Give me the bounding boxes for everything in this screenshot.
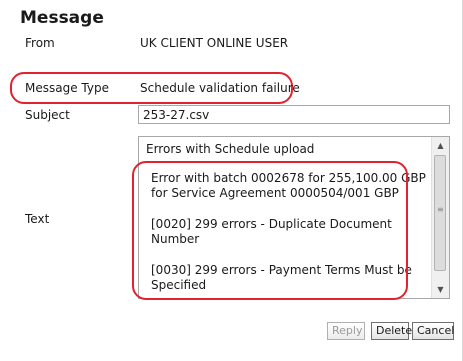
message-type-value: Schedule validation failure: [140, 81, 300, 95]
dialog-title: Message: [20, 8, 104, 28]
reply-button[interactable]: Reply: [327, 322, 365, 340]
error-batch-line: Error with batch 0002678 for 255,100.00 …: [151, 171, 426, 200]
message-dialog: Message From UK CLIENT ONLINE USER Messa…: [0, 0, 463, 361]
grip-icon: ≡: [437, 205, 444, 214]
subject-field[interactable]: [138, 105, 450, 124]
error-payment-terms: [0030] 299 errors - Payment Terms Must b…: [151, 263, 412, 292]
message-type-label: Message Type: [25, 81, 109, 95]
subject-label: Subject: [25, 108, 70, 122]
from-value: UK CLIENT ONLINE USER: [140, 36, 289, 50]
error-duplicate-document: [0020] 299 errors - Duplicate Document N…: [151, 217, 392, 246]
text-heading: Errors with Schedule upload: [146, 142, 315, 156]
scroll-up-arrow-icon[interactable]: ▲: [432, 137, 449, 154]
cancel-button[interactable]: Cancel: [412, 322, 454, 340]
message-text-content: Errors with Schedule upload Error with b…: [143, 142, 426, 293]
scroll-thumb[interactable]: ≡: [434, 155, 446, 271]
text-scrollbar[interactable]: ▲ ≡ ▼: [431, 137, 449, 298]
message-text-area[interactable]: Errors with Schedule upload Error with b…: [138, 136, 450, 299]
scroll-down-arrow-icon[interactable]: ▼: [432, 281, 449, 298]
delete-button[interactable]: Delete: [371, 322, 412, 340]
text-label: Text: [25, 212, 50, 226]
from-label: From: [25, 36, 55, 50]
